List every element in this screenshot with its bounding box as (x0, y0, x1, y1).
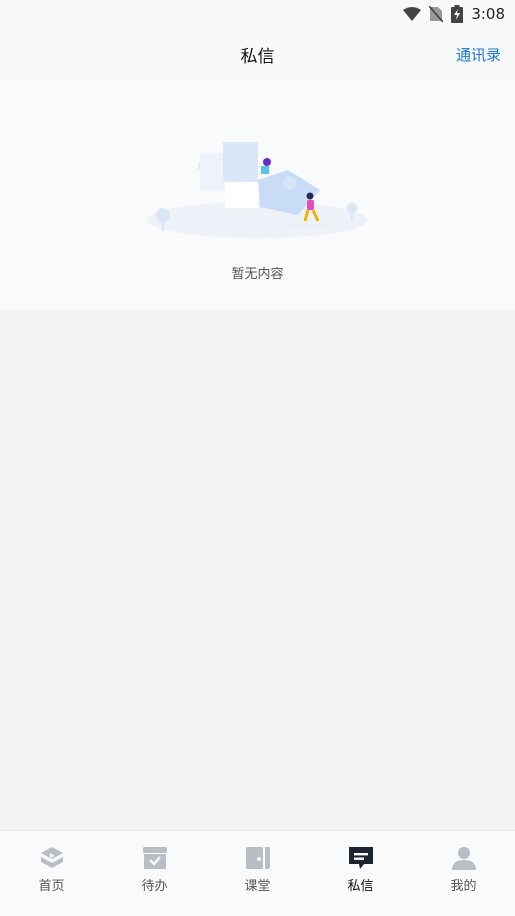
todo-icon (142, 847, 167, 869)
empty-illustration (147, 142, 367, 238)
tab-profile[interactable]: 我的 (412, 831, 515, 916)
contacts-link[interactable]: 通讯录 (456, 44, 501, 65)
tab-messages[interactable]: 私信 (309, 831, 412, 916)
tab-classroom[interactable]: 课堂 (206, 831, 309, 916)
tab-label: 我的 (450, 879, 477, 894)
header: 私信 通讯录 (0, 28, 515, 80)
tab-home[interactable]: 首页 (0, 831, 103, 916)
no-sim-icon (429, 6, 444, 22)
classroom-icon (245, 847, 270, 869)
empty-state: 暂无内容 (0, 80, 515, 310)
bottom-tab-bar: 首页 待办 课堂 私信 我的 (0, 830, 515, 916)
status-time: 3:08 (471, 5, 505, 23)
tab-label: 课堂 (244, 879, 271, 894)
tab-label: 待办 (141, 879, 168, 894)
home-icon (40, 847, 63, 868)
battery-charging-icon (451, 5, 464, 23)
tab-label: 首页 (38, 879, 65, 894)
wifi-icon (403, 7, 422, 21)
status-icons: 3:08 (403, 4, 505, 24)
tab-label: 私信 (347, 879, 374, 894)
page-title: 私信 (240, 47, 275, 67)
message-icon (348, 847, 373, 869)
profile-icon (451, 847, 476, 870)
tab-todo[interactable]: 待办 (103, 831, 206, 916)
status-bar: 3:08 (0, 0, 515, 28)
empty-text: 暂无内容 (231, 267, 284, 282)
